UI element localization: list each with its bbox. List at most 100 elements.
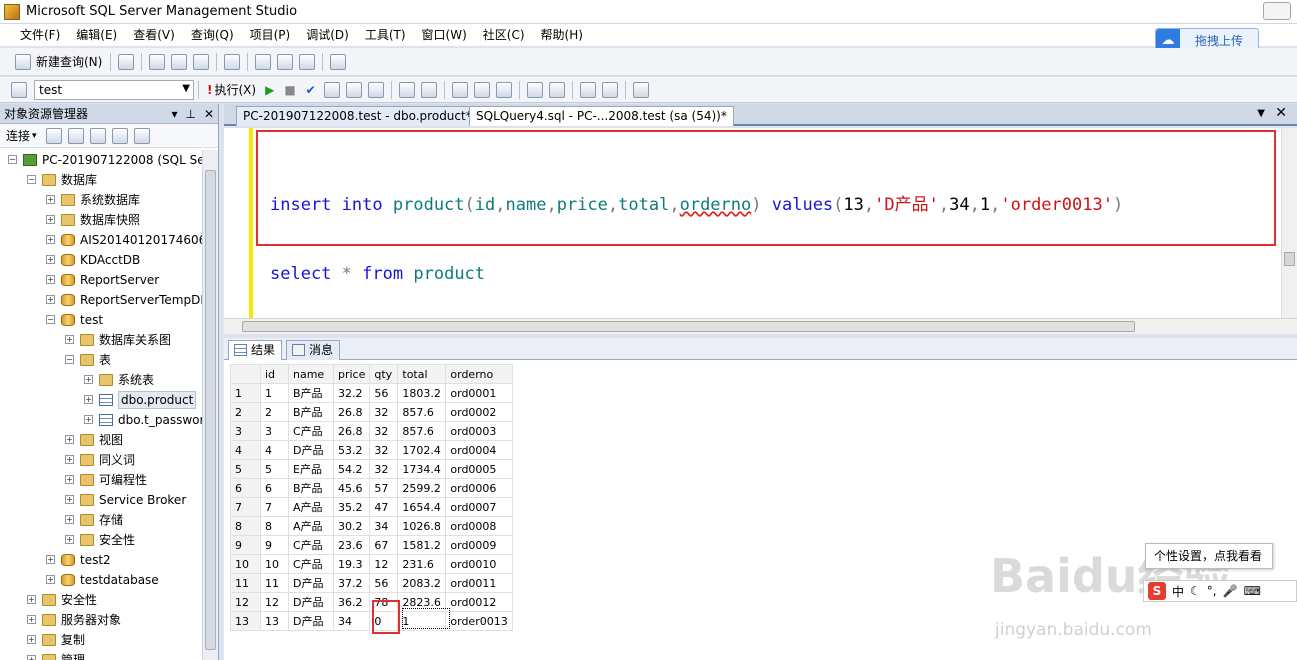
database-engine-query-icon[interactable] (149, 53, 166, 70)
expand-icon[interactable]: + (46, 555, 55, 564)
row-number[interactable]: 9 (230, 535, 261, 555)
dropdown-icon[interactable]: ▾ (171, 107, 177, 121)
tree-node[interactable]: + test2 (0, 550, 203, 570)
expand-icon[interactable]: + (46, 275, 55, 284)
grid-cell[interactable]: 32 (369, 440, 399, 460)
column-header[interactable]: price (332, 364, 371, 384)
grid-cell[interactable]: D产品 (288, 573, 334, 593)
new-query-button[interactable]: 新建查询(N) (8, 53, 106, 70)
grid-cell[interactable]: 34 (332, 611, 371, 631)
column-header[interactable]: total (397, 364, 447, 384)
ime-toolbar[interactable]: S 中 ☾ °, 🎤 ⌨ (1143, 580, 1297, 602)
grid-cell[interactable]: 12 (369, 554, 399, 574)
tree-node[interactable]: − test (0, 310, 203, 330)
grid-cell[interactable]: A产品 (288, 516, 334, 536)
column-header[interactable]: orderno (445, 364, 513, 384)
grid-cell[interactable]: 3 (260, 421, 289, 441)
grid-cell[interactable]: C产品 (288, 535, 334, 555)
open-file-icon[interactable] (255, 53, 272, 70)
expand-icon[interactable]: + (84, 395, 93, 404)
moon-icon[interactable]: ☾ (1190, 584, 1201, 598)
column-header[interactable]: id (260, 364, 289, 384)
grid-cell[interactable]: 231.6 (397, 554, 447, 574)
menu-project[interactable]: 项目(P) (242, 24, 299, 46)
tab-sql-query[interactable]: SQLQuery4.sql - PC-...2008.test (sa (54)… (469, 106, 734, 126)
menu-community[interactable]: 社区(C) (475, 24, 533, 46)
menu-view[interactable]: 查看(V) (125, 24, 183, 46)
expand-icon[interactable]: + (65, 495, 74, 504)
tree-node[interactable]: − 数据库 (0, 170, 203, 190)
grid-cell[interactable]: 35.2 (332, 497, 371, 517)
grid-cell[interactable]: ord0011 (445, 573, 513, 593)
cancel-query-icon[interactable]: ■ (284, 83, 295, 97)
table-row[interactable]: 4 4 D产品 53.2 32 1702.4 ord0004 (230, 440, 513, 460)
tree-node[interactable]: + 视图 (0, 430, 203, 450)
tree-node[interactable]: + testdatabase (0, 570, 203, 590)
close-icon[interactable]: ✕ (1275, 105, 1287, 121)
menu-window[interactable]: 窗口(W) (414, 24, 475, 46)
column-header[interactable]: name (288, 364, 334, 384)
table-row[interactable]: 7 7 A产品 35.2 47 1654.4 ord0007 (230, 497, 513, 517)
row-number[interactable]: 4 (230, 440, 261, 460)
grid-cell[interactable]: 1803.2 (397, 383, 447, 403)
expand-icon[interactable]: + (46, 575, 55, 584)
grid-cell[interactable]: 26.8 (332, 421, 371, 441)
column-header[interactable]: qty (369, 364, 399, 384)
tree-node[interactable]: + 系统数据库 (0, 190, 203, 210)
xmla-query-icon[interactable] (224, 53, 241, 70)
collapse-icon[interactable]: − (65, 355, 74, 364)
grid-cell[interactable]: C产品 (288, 554, 334, 574)
scrollbar-thumb[interactable] (1284, 252, 1295, 266)
grid-cell[interactable]: 19.3 (332, 554, 371, 574)
include-plan-icon[interactable] (451, 81, 468, 98)
object-explorer-scrollbar[interactable] (202, 150, 218, 660)
grid-cell[interactable]: 45.6 (332, 478, 371, 498)
grid-cell[interactable]: D产品 (288, 592, 334, 612)
grid-cell[interactable]: 1702.4 (397, 440, 447, 460)
grid-cell[interactable]: 30.2 (332, 516, 371, 536)
expand-icon[interactable]: + (65, 435, 74, 444)
grid-cell[interactable]: 37.2 (332, 573, 371, 593)
execute-button[interactable]: ! 执行(X) (203, 81, 260, 98)
menu-help[interactable]: 帮助(H) (533, 24, 591, 46)
grid-cell[interactable]: 32 (369, 402, 399, 422)
increase-indent-icon[interactable] (601, 81, 618, 98)
grid-cell[interactable]: 857.6 (397, 421, 447, 441)
tab-list-icon[interactable]: ▼ (1257, 108, 1265, 119)
personalize-popup[interactable]: 个性设置，点我看看 (1145, 543, 1273, 569)
expand-icon[interactable]: + (65, 335, 74, 344)
grid-cell[interactable]: B产品 (288, 383, 334, 403)
tree-node[interactable]: + 同义词 (0, 450, 203, 470)
grid-cell[interactable]: 67 (369, 535, 399, 555)
row-number[interactable]: 8 (230, 516, 261, 536)
expand-icon[interactable]: + (65, 535, 74, 544)
grid-cell[interactable]: 5 (260, 459, 289, 479)
table-row[interactable]: 2 2 B产品 26.8 32 857.6 ord0002 (230, 402, 513, 422)
menu-edit[interactable]: 编辑(E) (68, 24, 125, 46)
editor-horizontal-scrollbar[interactable] (224, 318, 1297, 334)
connect-server-icon[interactable] (45, 127, 62, 144)
results-to-text-icon[interactable] (345, 81, 362, 98)
grid-cell[interactable]: 32 (369, 459, 399, 479)
grid-cell[interactable]: 1654.4 (397, 497, 447, 517)
expand-icon[interactable]: + (27, 635, 36, 644)
grid-cell[interactable]: ord0012 (445, 592, 513, 612)
expand-icon[interactable]: + (65, 455, 74, 464)
scrollbar-thumb[interactable] (205, 170, 216, 650)
grid-cell[interactable]: 32.2 (332, 383, 371, 403)
grid-cell[interactable]: ord0005 (445, 459, 513, 479)
grid-cell[interactable]: 4 (260, 440, 289, 460)
row-number[interactable]: 6 (230, 478, 261, 498)
grid-cell[interactable]: 23.6 (332, 535, 371, 555)
filter-icon[interactable] (111, 127, 128, 144)
grid-cell[interactable]: 9 (260, 535, 289, 555)
microphone-icon[interactable]: 🎤 (1223, 584, 1238, 598)
tree-node[interactable]: + Service Broker (0, 490, 203, 510)
grid-cell[interactable]: ord0008 (445, 516, 513, 536)
expand-icon[interactable]: + (46, 195, 55, 204)
tree-node[interactable]: + 可编程性 (0, 470, 203, 490)
window-control-button[interactable] (1263, 2, 1291, 20)
tree-node[interactable]: + 存储 (0, 510, 203, 530)
grid-cell[interactable]: 56 (369, 383, 399, 403)
grid-cell[interactable]: 7 (260, 497, 289, 517)
